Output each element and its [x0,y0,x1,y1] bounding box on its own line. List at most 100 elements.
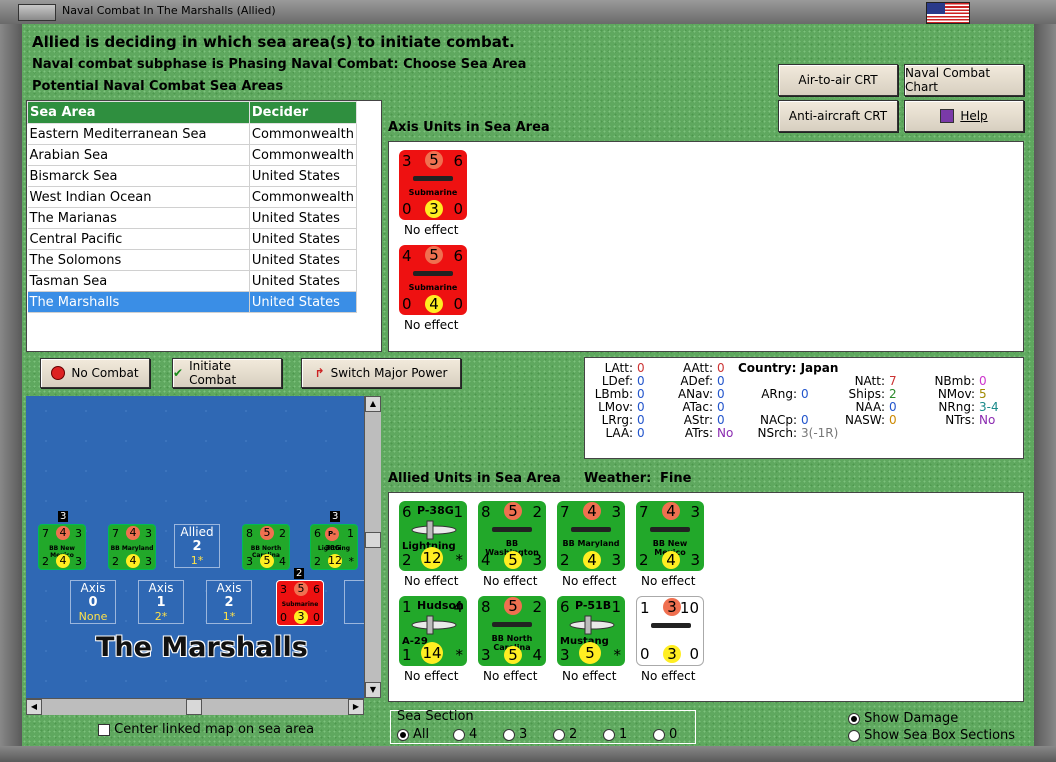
center-map-option[interactable]: Center linked map on sea area [98,722,314,737]
sea-area-cell[interactable]: West Indian Ocean [27,186,250,208]
sea-section-option[interactable]: All [397,727,453,742]
scroll-up-arrow-icon[interactable]: ▲ [365,396,381,412]
decider-cell[interactable]: Commonwealth [249,123,358,145]
decider-cell[interactable]: United States [249,249,358,271]
map-unit-counter[interactable]: 743BB New Mexico243 [38,524,86,570]
counter-type: P-51B [575,599,612,612]
decider-cell[interactable]: United States [249,165,358,187]
unit-counter[interactable]: 3 6 0 0 5 Submarine 3 [399,150,467,220]
sea-area-cell[interactable]: The Marianas [27,207,250,229]
sea-section-radio[interactable] [653,728,665,741]
help-label: Help [960,109,988,123]
unit-counter[interactable]: 1 10 0 0 3 3 [636,596,704,666]
sea-area-row[interactable]: The Solomons United States [27,249,358,271]
sea-area-row[interactable]: Eastern Mediterranean Sea Commonwealth [27,123,358,145]
system-menu-button[interactable] [18,4,56,21]
decider-cell[interactable]: Commonwealth [249,144,358,166]
show-sea-box-option[interactable]: Show Sea Box Sections [848,728,1015,743]
sea-section-radio[interactable] [553,728,565,741]
counter-tl: 8 [481,598,491,616]
sea-section-option[interactable]: 0 [653,727,703,742]
show-sea-box-radio[interactable] [848,729,860,742]
map-counter-top: 4 [56,526,70,540]
sea-section-option[interactable]: 2 [553,727,603,742]
sea-area-row[interactable]: Bismarck Sea United States [27,165,358,187]
decider-cell[interactable]: United States [249,270,358,292]
sea-section-option[interactable]: 1 [603,727,653,742]
sea-area-cell[interactable]: The Marshalls [27,291,250,313]
unit-counter[interactable]: 7 3 2 3 4 BB Maryland 4 [557,501,625,571]
sea-area-row[interactable]: Central Pacific United States [27,228,358,250]
sea-section-radio[interactable] [603,728,615,741]
allied-sea-box[interactable]: Allied 2 1* [174,524,220,568]
no-combat-button[interactable]: No Combat [40,358,150,388]
stat-value: 7 [889,374,897,388]
map-horizontal-scrollbar[interactable]: ◀ ▶ [26,698,364,715]
sea-section-radio[interactable] [397,728,409,741]
axis-sea-box[interactable]: Axis 1 2* [138,580,184,624]
sea-area-cell[interactable]: The Solomons [27,249,250,271]
sea-area-cell[interactable]: Central Pacific [27,228,250,250]
scroll-down-arrow-icon[interactable]: ▼ [365,682,381,698]
sea-area-cell[interactable]: Arabian Sea [27,144,250,166]
sea-section-option[interactable]: 3 [503,727,553,742]
ship-icon [492,527,532,532]
sea-area-row[interactable]: Arabian Sea Commonwealth [27,144,358,166]
sea-area-row[interactable]: Tasman Sea United States [27,270,358,292]
counter-tl: 7 [639,503,649,521]
counter-top: 4 [662,502,680,520]
us-flag-icon [926,2,970,24]
decider-cell[interactable]: United States [249,291,358,313]
map-unit-counter[interactable]: 7 4 3 BB Maryland 2 4 3 [108,524,156,570]
naval-combat-chart-button[interactable]: Naval Combat Chart [904,64,1024,96]
anti-aircraft-crt-button[interactable]: Anti-aircraft CRT [778,100,898,132]
air-to-air-crt-button[interactable]: Air-to-air CRT [778,64,898,96]
linked-map[interactable]: The Marshalls 743BB New Mexico2433743BB … [26,396,369,698]
show-damage-option[interactable]: Show Damage [848,711,958,726]
unit-counter[interactable]: 1 4 1 * Hudson A-29 14 [399,596,467,666]
decider-cell[interactable]: United States [249,207,358,229]
unit-counter[interactable]: 73234BB New Mexico4 [636,501,704,571]
decider-cell[interactable]: Commonwealth [249,186,358,208]
sea-area-cell[interactable]: Tasman Sea [27,270,250,292]
axis-sea-box[interactable]: Axis 0 None [70,580,116,624]
sea-area-cell[interactable]: Eastern Mediterranean Sea [27,123,250,145]
initiate-combat-button[interactable]: ✔ Initiate Combat [172,358,282,388]
map-axis-submarine[interactable]: 3 5 6 Submarine 0 3 0 [276,580,324,626]
show-damage-radio[interactable] [848,712,860,725]
decider-header[interactable]: Decider [248,101,358,124]
sea-area-row[interactable]: The Marianas United States [27,207,358,229]
counter-bottom: 12 [421,547,443,569]
sea-section-radio[interactable] [453,728,465,741]
counter-bl: 3 [560,646,570,664]
decider-cell[interactable]: United States [249,228,358,250]
sea-section-radio[interactable] [503,728,515,741]
scroll-left-arrow-icon[interactable]: ◀ [26,699,42,715]
unit-counter[interactable]: 4 6 0 0 5 Submarine 4 [399,245,467,315]
unit-counter[interactable]: 82345BB North Carolina5 [478,596,546,666]
counter-tl: 3 [402,152,412,170]
unit-effect-text: No effect [641,574,696,588]
sea-area-row[interactable]: West Indian Ocean Commonwealth [27,186,358,208]
counter-name: Submarine [408,283,458,292]
sea-area-header[interactable]: Sea Area [27,101,250,124]
switch-major-power-button[interactable]: ↱ Switch Major Power [301,358,461,388]
stat-value: 0 [889,413,897,427]
sea-area-cell[interactable]: Bismarck Sea [27,165,250,187]
map-unit-counter[interactable]: 852BB North Carolina354 [242,524,290,570]
unit-counter[interactable]: 6 1 3 * P-51B Mustang 5 [557,596,625,666]
map-vertical-scrollbar[interactable]: ▲ ▼ [364,396,381,698]
scroll-right-arrow-icon[interactable]: ▶ [348,699,364,715]
scroll-thumb-vertical[interactable] [365,532,381,548]
sea-section-option[interactable]: 4 [453,727,503,742]
ship-icon [650,527,690,532]
unit-counter[interactable]: 82435BB Washington5 [478,501,546,571]
help-button[interactable]: Help [904,100,1024,132]
stat-label: NTrs: [945,413,975,427]
center-map-checkbox[interactable] [98,723,110,736]
map-unit-counter[interactable]: 6 P-38G 1 Lightning 2 12 * [310,524,358,570]
scroll-thumb-horizontal[interactable] [186,699,202,715]
unit-counter[interactable]: 612*P-38GLightning12 [399,501,467,571]
axis-sea-box[interactable]: Axis 2 1* [206,580,252,624]
sea-area-row[interactable]: The Marshalls United States [27,291,358,313]
